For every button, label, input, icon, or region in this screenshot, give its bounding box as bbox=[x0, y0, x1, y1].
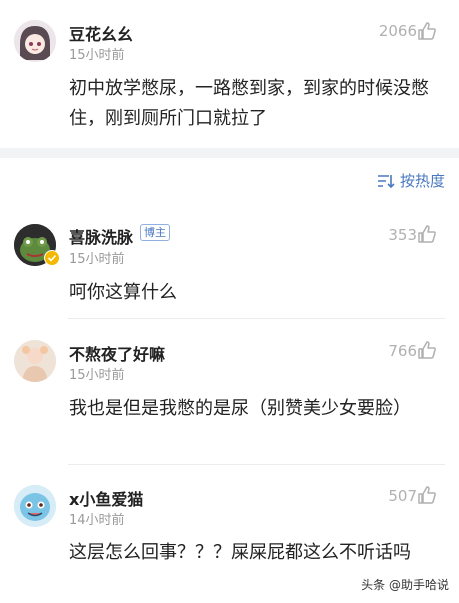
comment-text: 这层怎么回事？？？屎屎屁都这么不听话吗 bbox=[69, 542, 411, 563]
anime-girl-avatar-icon bbox=[14, 20, 56, 62]
avatar-user-1[interactable] bbox=[14, 20, 56, 62]
verified-badge-icon bbox=[44, 250, 60, 266]
comment-username[interactable]: x小鱼爱猫 bbox=[69, 486, 143, 510]
comment-time: 15小时前 bbox=[69, 368, 125, 383]
avatar-user-3[interactable] bbox=[14, 340, 56, 382]
comment-separator bbox=[68, 318, 445, 319]
comment-text: 我也是但是我憋的是尿（别赞美少女要脸） bbox=[69, 398, 411, 419]
like-count[interactable]: 2066 bbox=[379, 22, 417, 40]
sort-lines-icon bbox=[377, 174, 395, 188]
thumbs-up-icon[interactable] bbox=[417, 340, 437, 360]
comment-text: 初中放学憋尿，一路憋到家，到家的时候没憋住，刚到厕所门口就拉了 bbox=[69, 78, 429, 129]
thumbs-up-icon[interactable] bbox=[417, 224, 437, 244]
thumbs-up-icon[interactable] bbox=[417, 21, 437, 41]
section-divider bbox=[0, 148, 459, 158]
author-badge: 博主 bbox=[140, 224, 170, 241]
squirtle-avatar-icon bbox=[14, 485, 56, 527]
sort-label: 按热度 bbox=[399, 172, 445, 190]
comment-time: 14小时前 bbox=[69, 513, 125, 528]
watermark: 头条 @助手哈说 bbox=[361, 578, 449, 592]
like-count[interactable]: 766 bbox=[388, 342, 417, 360]
like-count[interactable]: 353 bbox=[388, 226, 417, 244]
comment-username[interactable]: 喜脉洗脉 bbox=[69, 224, 133, 248]
comment-text: 呵你这算什么 bbox=[69, 282, 177, 303]
comment-username[interactable]: 豆花幺幺 bbox=[69, 21, 133, 45]
comment-time: 15小时前 bbox=[69, 252, 125, 267]
avatar-user-4[interactable] bbox=[14, 485, 56, 527]
sort-by-hot-button[interactable]: 按热度 bbox=[377, 170, 445, 191]
comment-username[interactable]: 不熬夜了好嘛 bbox=[69, 341, 165, 365]
comment-separator bbox=[68, 464, 445, 465]
thumbs-up-icon[interactable] bbox=[417, 485, 437, 505]
photo-avatar-icon bbox=[14, 340, 56, 382]
like-count[interactable]: 507 bbox=[388, 487, 417, 505]
comment-time: 15小时前 bbox=[69, 48, 125, 63]
